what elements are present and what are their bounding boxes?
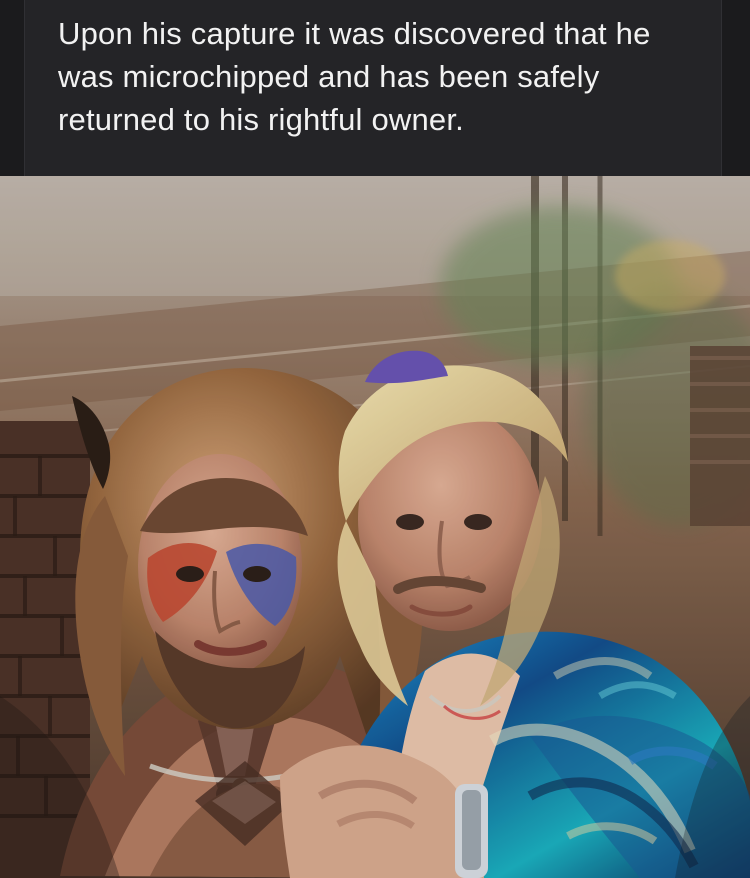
meme-post: Upon his capture it was discovered that …: [0, 0, 750, 878]
caption-panel: Upon his capture it was discovered that …: [24, 0, 722, 176]
caption-bar: Upon his capture it was discovered that …: [0, 0, 750, 176]
meme-photo: [0, 176, 750, 878]
caption-text: Upon his capture it was discovered that …: [58, 16, 651, 137]
photo-vignette: [0, 176, 750, 878]
